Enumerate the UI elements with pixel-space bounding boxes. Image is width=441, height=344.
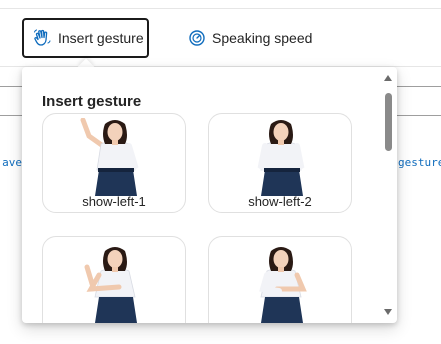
page: Insert gesture Speaking speed ave gestur… (0, 0, 441, 344)
divider (0, 8, 441, 9)
avatar-thumbnail (73, 245, 157, 323)
scroll-thumb[interactable] (385, 93, 392, 151)
insert-gesture-popup: Insert gesture show-left-1 show-left-2 (22, 67, 397, 323)
gesture-card[interactable] (42, 236, 186, 323)
avatar-thumbnail (73, 117, 157, 201)
speaking-speed-button[interactable]: Speaking speed (180, 18, 320, 58)
editor-text-fragment: ave (2, 156, 22, 169)
gesture-card[interactable] (208, 236, 352, 323)
speaking-speed-label: Speaking speed (212, 30, 313, 46)
insert-gesture-button[interactable]: Insert gesture (22, 18, 149, 58)
popup-scrollbar[interactable] (382, 71, 394, 319)
gesture-label: show-left-2 (248, 194, 312, 209)
scroll-up-arrow-icon[interactable] (383, 73, 393, 83)
editor-border (397, 115, 441, 116)
editor-border (0, 115, 22, 116)
insert-gesture-label: Insert gesture (58, 30, 144, 46)
gesture-card-show-left-2[interactable]: show-left-2 (208, 113, 352, 213)
hand-wave-icon (32, 28, 52, 48)
gauge-icon (188, 29, 206, 47)
avatar-thumbnail (239, 118, 323, 201)
gesture-card-show-left-1[interactable]: show-left-1 (42, 113, 186, 213)
avatar-thumbnail (239, 245, 323, 323)
editor-text-fragment: gesture (398, 156, 441, 169)
editor-border (0, 86, 22, 87)
scroll-down-arrow-icon[interactable] (383, 307, 393, 317)
popup-title: Insert gesture (42, 93, 142, 110)
gesture-label: show-left-1 (82, 194, 146, 209)
editor-border (397, 86, 441, 87)
